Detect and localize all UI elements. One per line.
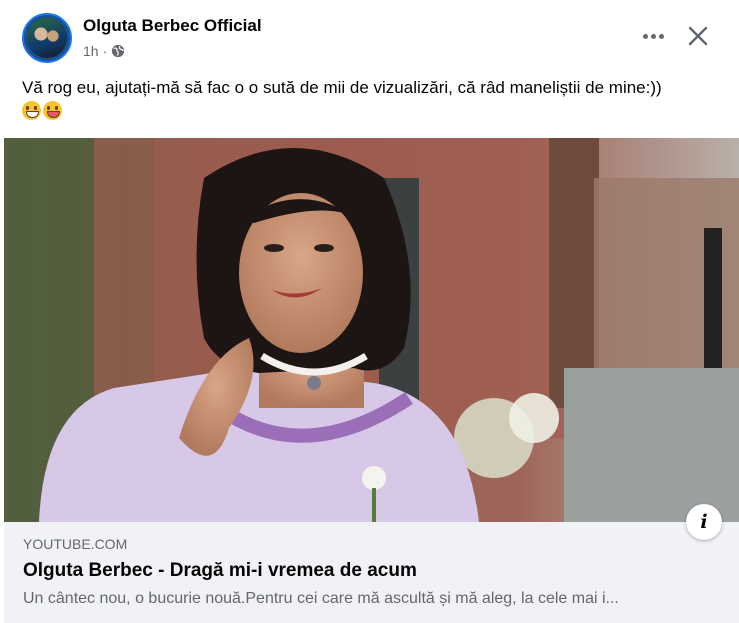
author-name[interactable]: Olguta Berbec Official xyxy=(83,16,262,36)
post-message: Vă rog eu, ajutați-mă să fac o o sută de… xyxy=(22,78,662,97)
close-icon[interactable] xyxy=(684,22,712,50)
post-time[interactable]: 1h xyxy=(83,43,99,59)
post-meta: 1h · xyxy=(83,43,125,59)
grinning-sweat-emoji xyxy=(22,101,41,120)
post-text: Vă rog eu, ajutați-mă să fac o o sută de… xyxy=(22,76,722,124)
link-description: Un cântec nou, o bucurie nouă.Pentru cei… xyxy=(23,590,619,607)
portrait-photo xyxy=(4,138,739,522)
globe-icon[interactable] xyxy=(111,44,125,58)
winking-tongue-emoji xyxy=(43,101,62,120)
info-icon[interactable]: i xyxy=(686,504,722,540)
post-meta-separator: · xyxy=(102,43,108,59)
link-domain: YOUTUBE.COM xyxy=(23,536,128,552)
more-options-icon[interactable] xyxy=(638,24,668,48)
post-image[interactable] xyxy=(4,138,739,522)
facebook-post: Olguta Berbec Official 1h · Vă rog eu, a… xyxy=(0,0,739,623)
link-title[interactable]: Olguta Berbec - Dragă mi-i vremea de acu… xyxy=(23,560,417,582)
link-preview[interactable]: YOUTUBE.COM Olguta Berbec - Dragă mi-i v… xyxy=(4,522,739,623)
author-avatar[interactable] xyxy=(22,13,72,63)
post-header: Olguta Berbec Official 1h · xyxy=(0,0,739,72)
